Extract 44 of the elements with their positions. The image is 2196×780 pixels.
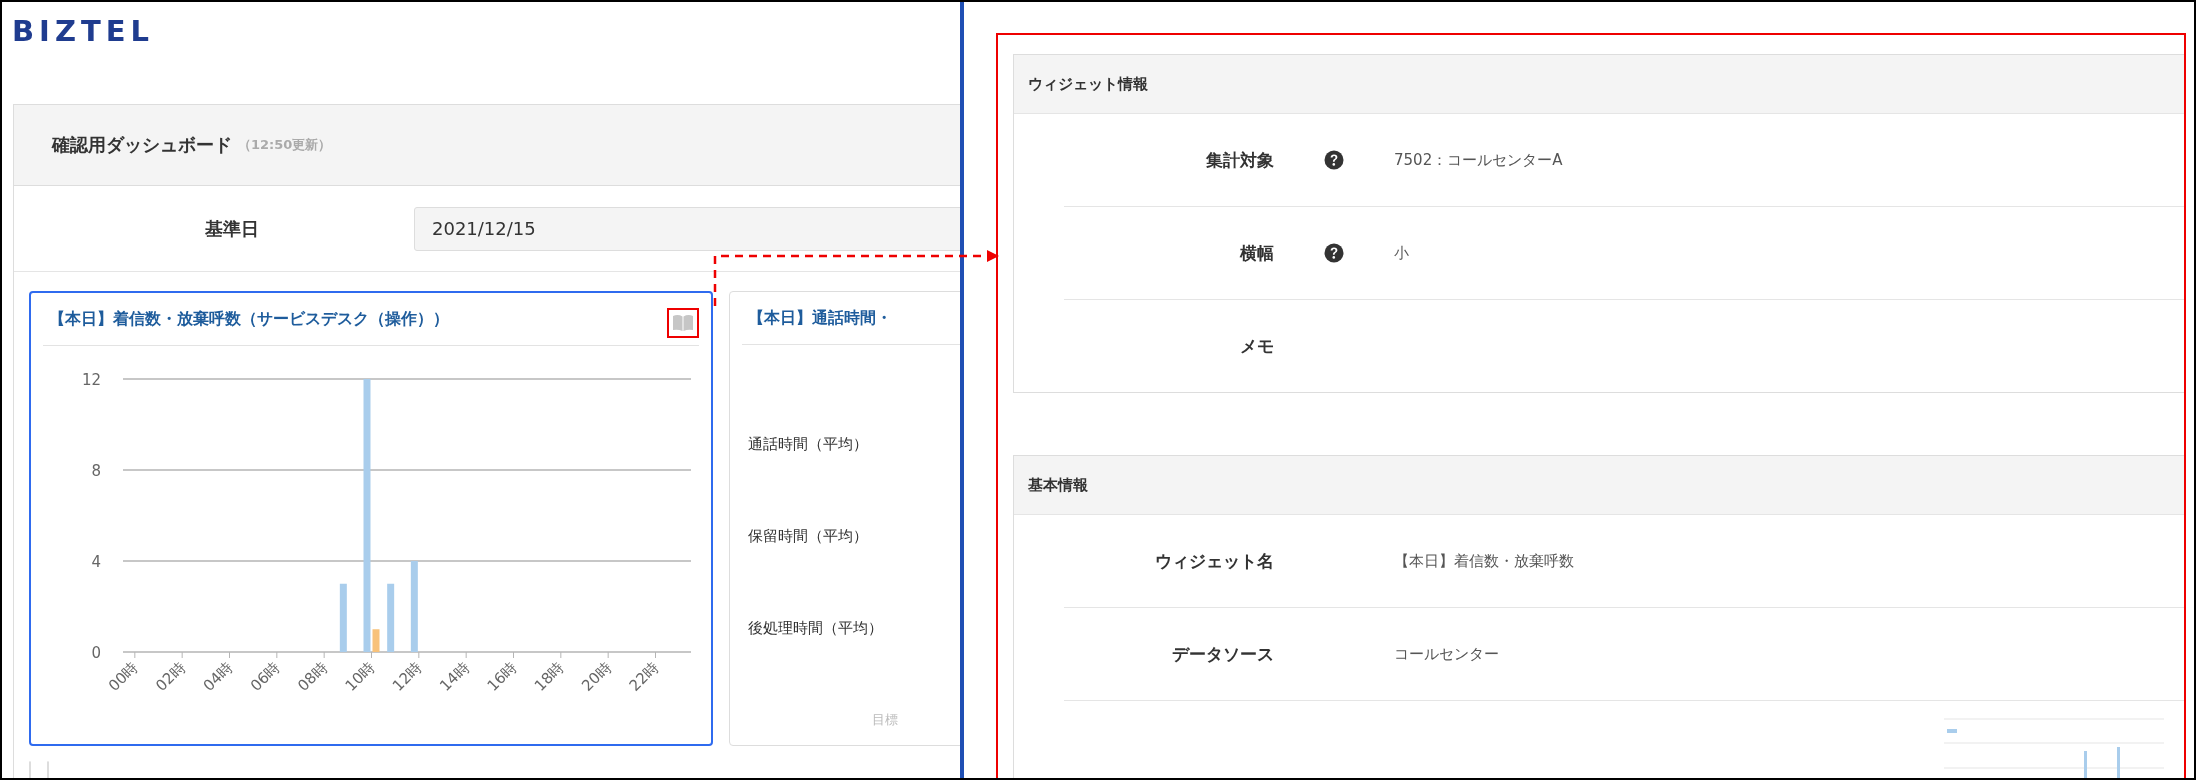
axis-label: 8 [91, 462, 101, 480]
section-title: 基本情報 [1028, 475, 1088, 495]
axis-label: 08時 [294, 658, 331, 695]
axis-label: 04時 [199, 658, 237, 695]
metric-label: 保留時間（平均） [748, 527, 868, 547]
widget-card[interactable]: 【本日】通話時間・ 通話時間（平均） 保留時間（平均） 後処理時間（平均） 目標 [729, 291, 960, 746]
metric-label: 後処理時間（平均） [748, 619, 883, 639]
field-label: メモ [1239, 334, 1274, 358]
axis-label: 22時 [625, 658, 663, 695]
metric-label: 通話時間（平均） [748, 435, 868, 455]
axis-label: 12時 [388, 658, 426, 695]
field-label: 集計対象 [1205, 148, 1274, 172]
footer-text: 目標 [872, 711, 898, 729]
widget-title: 【本日】着信数・放棄呼数（サービスデスク（操作）） [49, 308, 449, 330]
section-title: ウィジェット情報 [1028, 74, 1148, 94]
axis-label: 18時 [530, 658, 568, 695]
widget-card[interactable]: 【本日】着信数・放棄呼数（サービスデスク（操作）） 0 4 8 12 00時 02時 04時 06時 08時 10時 12時 14時 16時 18時 20時 22時 [29, 291, 713, 746]
field-label: データソース [1171, 642, 1274, 666]
update-time: （12:50更新） [238, 136, 332, 154]
axis-label: 16時 [483, 658, 521, 695]
axis-label: 10時 [341, 658, 379, 695]
field-label: ウィジェット名 [1154, 549, 1274, 573]
field-value: コールセンター [1394, 644, 1499, 664]
axis-label: 00時 [104, 658, 142, 695]
bar [339, 583, 347, 652]
field-value: 7502：コールセンターA [1394, 150, 1563, 170]
axis-label: 4 [91, 553, 101, 571]
axis-label: 12 [81, 371, 101, 389]
date-field[interactable]: 2021/12/15 [414, 206, 960, 251]
field-value: 【本日】着信数・放棄呼数 [1394, 551, 1574, 571]
bar [387, 583, 395, 652]
axis-label: 20時 [578, 658, 615, 695]
widget-title: 【本日】通話時間・ [748, 307, 892, 329]
field-value: 小 [1394, 243, 1409, 263]
field-label: 横幅 [1239, 241, 1274, 265]
date-label: 基準日 [204, 216, 260, 241]
help-icon[interactable] [1324, 243, 1344, 263]
axis-label: 06時 [246, 658, 284, 695]
axis-label: 0 [91, 644, 101, 662]
axis-label: 02時 [152, 658, 189, 695]
dashboard-title: 確認用ダッシュボード [52, 133, 232, 157]
logo: BIZTEL [12, 14, 154, 50]
help-icon[interactable] [1324, 150, 1344, 170]
axis-label: 14時 [436, 658, 473, 695]
